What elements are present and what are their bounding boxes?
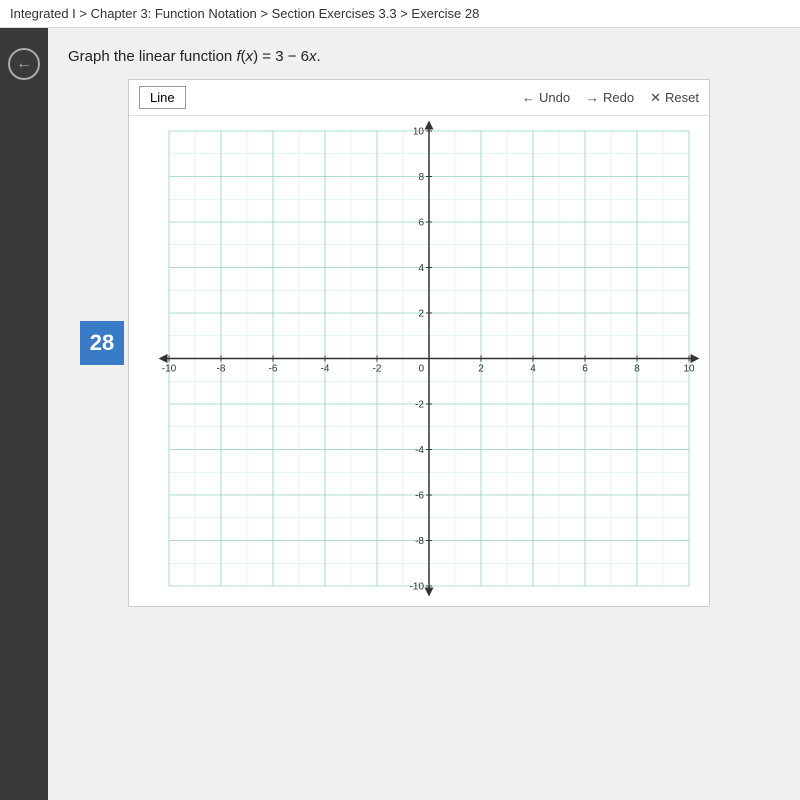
svg-text:-2: -2 xyxy=(373,364,382,375)
svg-text:4: 4 xyxy=(530,364,536,375)
svg-text:8: 8 xyxy=(418,172,424,183)
graph-area[interactable]: // Will be drawn via JS below xyxy=(129,116,709,606)
svg-text:-8: -8 xyxy=(415,536,424,547)
svg-text:6: 6 xyxy=(582,364,588,375)
svg-text:2: 2 xyxy=(478,364,484,375)
reset-button[interactable]: ✕ Reset xyxy=(650,90,699,106)
svg-text:-8: -8 xyxy=(217,364,226,375)
left-sidebar: ← xyxy=(0,28,48,800)
svg-text:10: 10 xyxy=(413,127,425,138)
svg-text:-10: -10 xyxy=(410,582,425,593)
coordinate-grid[interactable]: // Will be drawn via JS below xyxy=(129,116,709,606)
exercise-instruction: Graph the linear function f(x) = 3 − 6x. xyxy=(68,48,770,65)
svg-text:-6: -6 xyxy=(415,491,424,502)
redo-button[interactable]: → Redo xyxy=(586,90,634,105)
graph-wrapper: 2 8 Line ← Undo → Redo ✕ xyxy=(128,79,770,607)
svg-text:2: 2 xyxy=(418,309,424,320)
undo-button[interactable]: ← Undo xyxy=(522,90,570,105)
svg-text:-4: -4 xyxy=(321,364,330,375)
grid-background xyxy=(129,116,709,606)
toolbar: Line ← Undo → Redo ✕ Reset xyxy=(129,80,709,116)
svg-text:0: 0 xyxy=(418,364,424,375)
back-button[interactable]: ← xyxy=(8,48,40,80)
svg-text:4: 4 xyxy=(418,263,424,274)
exercise-badge: 28 xyxy=(80,321,124,365)
line-tool-button[interactable]: Line xyxy=(139,86,186,109)
svg-text:6: 6 xyxy=(418,218,424,229)
svg-text:-2: -2 xyxy=(415,400,424,411)
reset-icon: ✕ xyxy=(650,90,661,106)
svg-text:-6: -6 xyxy=(269,364,278,375)
main-content: Graph the linear function f(x) = 3 − 6x.… xyxy=(48,28,800,800)
redo-icon: → xyxy=(586,90,599,105)
graph-container: Line ← Undo → Redo ✕ Reset xyxy=(128,79,710,607)
svg-text:10: 10 xyxy=(683,364,695,375)
svg-text:-10: -10 xyxy=(162,364,177,375)
breadcrumb: Integrated I > Chapter 3: Function Notat… xyxy=(0,0,800,28)
svg-text:-4: -4 xyxy=(415,445,424,456)
undo-icon: ← xyxy=(522,90,535,105)
svg-text:8: 8 xyxy=(634,364,640,375)
